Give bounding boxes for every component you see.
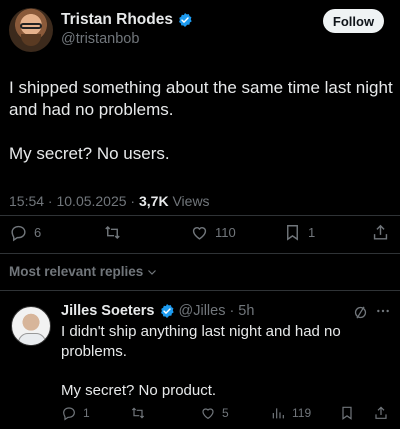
reply-icon: [63, 407, 75, 421]
avatar-shirt: [18, 333, 46, 345]
post-timestamp[interactable]: 15:54 · 10.05.2025 ·: [9, 193, 139, 209]
retweet-icon: [131, 407, 145, 419]
analytics-bar-icon: [272, 408, 284, 419]
avatar-beard: [21, 34, 41, 46]
divider: [0, 215, 400, 216]
reply-reply-count: 1: [83, 406, 90, 420]
reply-like-button[interactable]: 5: [200, 405, 229, 421]
post-text-line: My secret? No users.: [9, 144, 170, 163]
avatar-glasses: [20, 23, 42, 29]
more-horizontal-icon: [377, 309, 389, 313]
chevron-down-icon: [148, 269, 157, 275]
heart-icon: [202, 408, 214, 420]
retweet-action-button[interactable]: [103, 223, 128, 242]
post-text-line: I shipped something about the same time …: [9, 78, 393, 119]
reply-header: Jilles Soeters @Jilles · 5h: [61, 303, 254, 319]
bookmark-icon: [342, 406, 352, 420]
bookmark-count: 1: [308, 225, 316, 240]
author-name[interactable]: Tristan Rhodes: [61, 11, 173, 29]
reply-icon: [11, 225, 26, 242]
like-count: 110: [215, 225, 236, 240]
share-action-button[interactable]: [371, 223, 390, 242]
heart-icon: [192, 227, 207, 240]
bookmark-action-button[interactable]: 1: [283, 223, 315, 242]
verified-badge-icon: [178, 13, 192, 27]
like-action-button[interactable]: 110: [190, 223, 236, 242]
reply-time[interactable]: · 5h: [229, 303, 254, 319]
reply-retweet-button[interactable]: [130, 405, 152, 421]
reply-sort-dropdown[interactable]: Most relevant replies: [9, 264, 158, 279]
reply-views-count: 119: [292, 406, 312, 420]
retweet-icon: [105, 225, 120, 240]
views-label: Views: [168, 193, 210, 209]
author-name-row[interactable]: Tristan Rhodes: [61, 11, 193, 29]
share-icon: [373, 224, 388, 240]
reply-bookmark-button[interactable]: [339, 405, 355, 421]
bookmark-icon: [287, 225, 298, 241]
post-meta: 15:54 · 10.05.2025 · 3,7K Views: [9, 193, 210, 209]
reply-like-count: 5: [222, 406, 229, 420]
post-text: I shipped something about the same time …: [9, 77, 394, 187]
reply-author-handle[interactable]: @Jilles: [179, 303, 226, 319]
more-options-button[interactable]: [375, 303, 391, 323]
follow-button[interactable]: Follow: [323, 9, 384, 33]
verified-badge-icon: [160, 304, 174, 318]
reply-action-button[interactable]: 6: [9, 223, 41, 242]
reply-author-name[interactable]: Jilles Soeters: [61, 303, 155, 319]
reply-text-line: I didn't ship anything last night and ha…: [61, 323, 341, 360]
author-avatar[interactable]: [9, 8, 53, 52]
reply-author-avatar[interactable]: [11, 306, 51, 346]
views-count: 3,7K: [139, 193, 169, 209]
divider: [0, 290, 400, 291]
author-handle[interactable]: @tristanbob: [61, 31, 139, 47]
reply-sort-label: Most relevant replies: [9, 264, 144, 279]
divider: [0, 253, 400, 254]
reply-count: 6: [34, 225, 42, 240]
reply-share-button[interactable]: [373, 405, 389, 421]
grok-icon: [354, 306, 367, 319]
reply-views-button[interactable]: 119: [270, 405, 311, 421]
reply-text-line: My secret? No product.: [61, 381, 217, 399]
share-icon: [375, 406, 387, 419]
reply-reply-button[interactable]: 1: [61, 405, 90, 421]
